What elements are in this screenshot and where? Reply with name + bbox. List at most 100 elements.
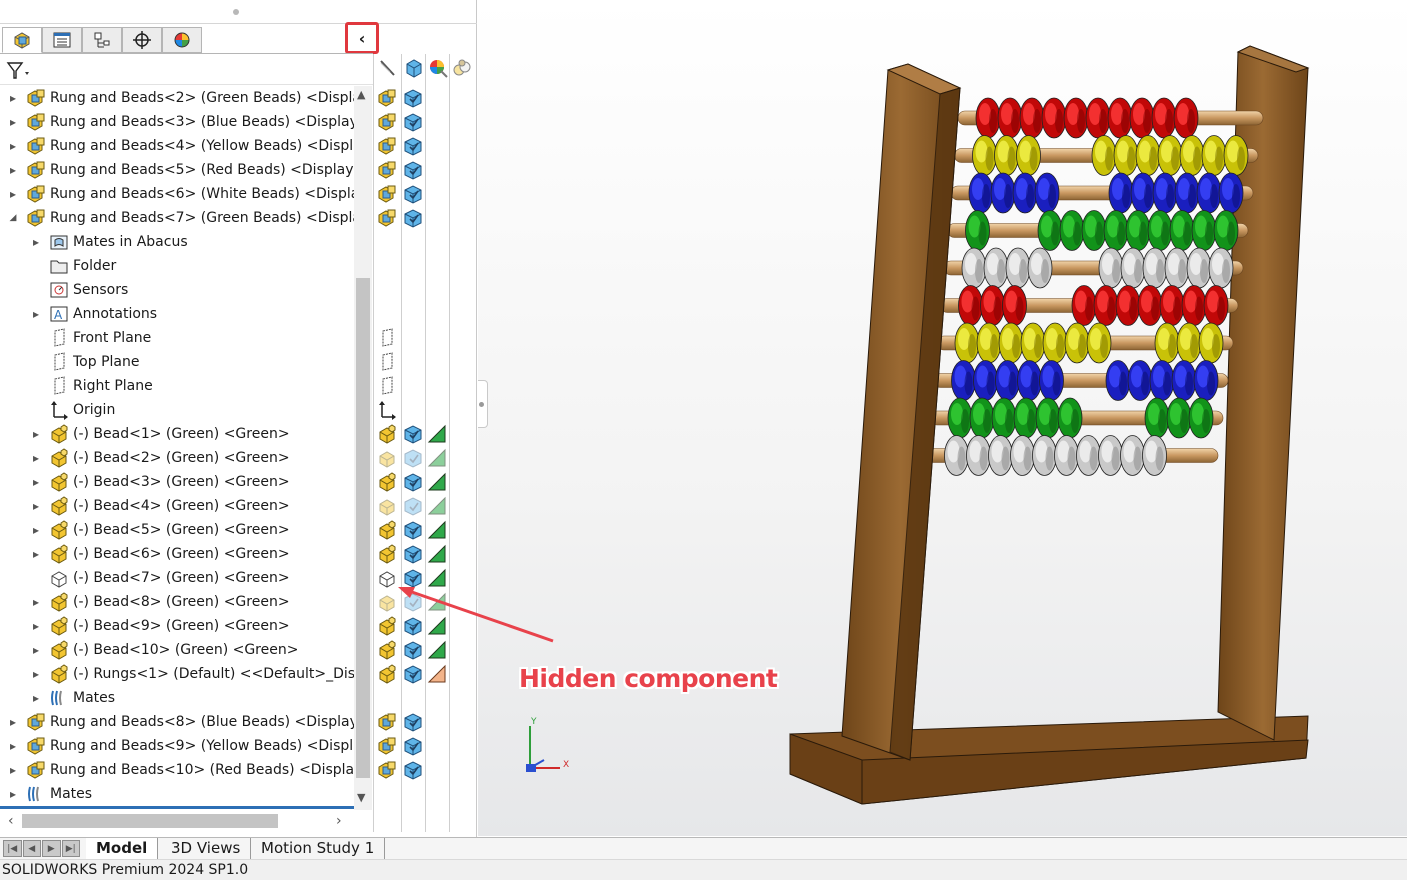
expand-arrow-icon[interactable]: ▸ [31, 427, 41, 441]
display-mode-icon[interactable] [403, 112, 423, 132]
expand-arrow-icon[interactable]: ▸ [8, 91, 18, 105]
plane-icon[interactable] [377, 352, 397, 372]
tree-item[interactable]: Folder [0, 254, 355, 278]
tree-item[interactable]: ◢ Rung and Beads<7> (Green Beads) <Displa… [0, 206, 355, 230]
prev-tab-icon[interactable]: ◀ [22, 840, 41, 857]
appearance-green-faded-icon[interactable] [427, 496, 447, 516]
tree-item[interactable]: ▸ Rung and Beads<10> (Red Beads) <Display… [0, 758, 355, 782]
assembly-icon[interactable] [377, 712, 397, 732]
display-mode-faded-icon[interactable] [403, 496, 423, 516]
tree-item[interactable]: ▸ Rung and Beads<8> (Blue Beads) <Display… [0, 710, 355, 734]
hidden-component-icon[interactable] [377, 568, 397, 588]
display-mode-icon[interactable] [403, 88, 423, 108]
transparency-icon[interactable] [451, 57, 473, 79]
tree-item[interactable]: Sensors [0, 278, 355, 302]
hide-show-icon[interactable] [376, 57, 398, 79]
tree-item[interactable]: Origin [0, 398, 355, 422]
last-tab-icon[interactable]: ▶| [61, 840, 80, 857]
tab-model[interactable]: Model [86, 838, 159, 859]
tree-item[interactable]: ▸ Rung and Beads<3> (Blue Beads) <Display… [0, 110, 355, 134]
tree-item[interactable]: (-) Bead<7> (Green) <Green> [0, 566, 355, 590]
appearance-green-icon[interactable] [427, 472, 447, 492]
expand-arrow-icon[interactable]: ▸ [31, 547, 41, 561]
tree-item[interactable]: ▸ A Annotations [0, 302, 355, 326]
tree-item[interactable]: ▸ (-) Bead<2> (Green) <Green> [0, 446, 355, 470]
next-tab-icon[interactable]: ▶ [42, 840, 61, 857]
propertymanager-tab[interactable] [42, 27, 82, 53]
featuremanager-tab[interactable] [2, 27, 42, 53]
display-mode-icon[interactable] [403, 184, 423, 204]
expand-arrow-icon[interactable]: ▸ [31, 475, 41, 489]
expand-arrow-icon[interactable]: ▸ [31, 235, 41, 249]
expand-arrow-icon[interactable]: ▸ [8, 187, 18, 201]
expand-arrow-icon[interactable]: ▸ [8, 787, 18, 801]
appearance-orange-icon[interactable] [427, 664, 447, 684]
appearance-green-icon[interactable] [427, 424, 447, 444]
tree-item[interactable]: ▸ (-) Rungs<1> (Default) <<Default>_Displ… [0, 662, 355, 686]
scroll-thumb[interactable] [356, 278, 370, 778]
part-icon[interactable] [377, 664, 397, 684]
expand-arrow-icon[interactable]: ▸ [8, 763, 18, 777]
expand-arrow-icon[interactable]: ▸ [8, 115, 18, 129]
scroll-right-icon[interactable]: › [336, 813, 342, 829]
part-faded-icon[interactable] [377, 592, 397, 612]
collapse-panel-button[interactable]: ‹ [345, 22, 379, 54]
dimxpert-tab[interactable] [122, 27, 162, 53]
tree-item[interactable]: ▸ Rung and Beads<4> (Yellow Beads) <Displ… [0, 134, 355, 158]
display-mode-icon[interactable] [403, 712, 423, 732]
tree-item[interactable]: ▸ (-) Bead<3> (Green) <Green> [0, 470, 355, 494]
scroll-left-icon[interactable]: ‹ [8, 813, 14, 829]
tree-item[interactable]: ▸ (-) Bead<9> (Green) <Green> [0, 614, 355, 638]
displaymanager-tab[interactable] [162, 27, 202, 53]
appearance-green-icon[interactable] [427, 544, 447, 564]
display-mode-icon[interactable] [403, 208, 423, 228]
assembly-icon[interactable] [377, 208, 397, 228]
part-icon[interactable] [377, 520, 397, 540]
tree-vertical-scrollbar[interactable]: ▲ ▼ [354, 86, 372, 810]
expand-arrow-icon[interactable]: ▸ [8, 139, 18, 153]
origin-icon[interactable] [377, 400, 397, 420]
expand-arrow-icon[interactable]: ▸ [31, 619, 41, 633]
display-mode-faded-icon[interactable] [403, 448, 423, 468]
assembly-icon[interactable] [377, 184, 397, 204]
tree-item[interactable]: ▸ (-) Bead<1> (Green) <Green> [0, 422, 355, 446]
tree-item[interactable]: ▸ Mates in Abacus [0, 230, 355, 254]
part-icon[interactable] [377, 616, 397, 636]
tree-item[interactable]: ▸ Rung and Beads<5> (Red Beads) <Display … [0, 158, 355, 182]
display-mode-icon[interactable] [403, 544, 423, 564]
tree-item[interactable]: ▸ Rung and Beads<6> (White Beads) <Displa… [0, 182, 355, 206]
tree-item[interactable]: ▸ (-) Bead<6> (Green) <Green> [0, 542, 355, 566]
tree-item[interactable]: ▸ (-) Bead<8> (Green) <Green> [0, 590, 355, 614]
assembly-icon[interactable] [377, 88, 397, 108]
tree-horizontal-scrollbar[interactable]: ‹ › [0, 811, 354, 831]
graphics-viewport[interactable]: Y X [478, 0, 1407, 836]
display-mode-icon[interactable] [403, 520, 423, 540]
expand-arrow-icon[interactable]: ▸ [31, 451, 41, 465]
tab-motion-study[interactable]: Motion Study 1 [251, 838, 386, 859]
display-mode-icon[interactable] [403, 664, 423, 684]
expand-arrow-icon[interactable]: ▸ [8, 163, 18, 177]
tree-item[interactable]: Front Plane [0, 326, 355, 350]
part-icon[interactable] [377, 640, 397, 660]
assembly-icon[interactable] [377, 760, 397, 780]
scroll-thumb-horizontal[interactable] [22, 814, 278, 828]
assembly-icon[interactable] [377, 136, 397, 156]
display-mode-icon[interactable] [403, 736, 423, 756]
display-mode-icon[interactable] [403, 760, 423, 780]
part-icon[interactable] [377, 544, 397, 564]
tree-item[interactable]: ▸ (-) Bead<4> (Green) <Green> [0, 494, 355, 518]
expand-arrow-icon[interactable]: ▸ [31, 499, 41, 513]
configurationmanager-tab[interactable] [82, 27, 122, 53]
display-mode-icon[interactable] [403, 424, 423, 444]
plane-icon[interactable] [377, 376, 397, 396]
assembly-icon[interactable] [377, 112, 397, 132]
tree-item[interactable]: ▸ Mates [0, 782, 355, 806]
appearance-green-icon[interactable] [427, 520, 447, 540]
abacus-model[interactable] [478, 0, 1407, 836]
filter-icon[interactable] [6, 60, 32, 82]
expand-arrow-icon[interactable]: ▸ [31, 691, 41, 705]
part-icon[interactable] [377, 424, 397, 444]
assembly-icon[interactable] [377, 736, 397, 756]
expand-arrow-icon[interactable]: ▸ [31, 595, 41, 609]
appearance-column-icon[interactable] [427, 57, 449, 79]
